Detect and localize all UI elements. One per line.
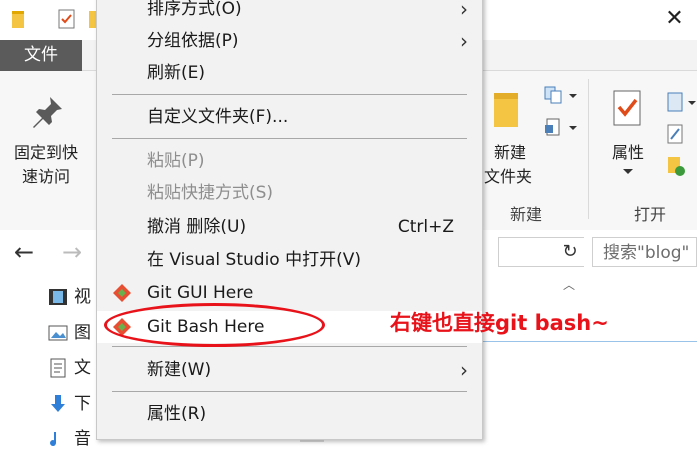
git-icon — [113, 284, 131, 302]
menu-separator — [112, 138, 467, 139]
menu-item-label: 新建(W) — [147, 360, 212, 380]
menu-item-group-by[interactable]: 分组依据(P) › — [97, 25, 482, 57]
tree-item-label: 文 — [74, 358, 91, 378]
menu-item-undo-delete[interactable]: 撤消 删除(U) Ctrl+Z — [97, 211, 482, 243]
menu-item-label: 排序方式(O) — [147, 0, 242, 19]
new-item-icon[interactable] — [543, 85, 579, 107]
open-small-icons[interactable] — [664, 89, 697, 189]
forward-arrow-icon[interactable]: → — [62, 238, 82, 266]
tree-item-downloads[interactable]: 下 — [48, 389, 91, 419]
tree-item-videos[interactable]: 视 — [48, 282, 91, 312]
menu-item-label: 撤消 删除(U) — [147, 217, 247, 237]
menu-item-new[interactable]: 新建(W) › — [97, 354, 482, 386]
picture-icon — [48, 325, 68, 341]
chevron-up-icon[interactable]: ︿ — [563, 276, 575, 293]
menu-item-properties[interactable]: 属性(R) — [97, 398, 482, 430]
menu-item-label: 刷新(E) — [147, 63, 206, 83]
submenu-arrow-icon: › — [460, 29, 468, 53]
download-icon — [51, 395, 65, 412]
tree-item-music[interactable]: 音 — [48, 424, 91, 454]
tree-item-label: 图 — [74, 323, 91, 343]
properties-icon[interactable] — [610, 89, 646, 131]
menu-item-shortcut: Ctrl+Z — [397, 217, 454, 237]
menu-item-label: 自定义文件夹(F)... — [147, 107, 289, 127]
easy-access-icon[interactable] — [543, 117, 579, 139]
properties-label[interactable]: 属性 — [600, 141, 656, 165]
menu-item-label: 粘贴快捷方式(S) — [147, 183, 274, 203]
pin-quick-access-label-2[interactable]: 速访问 — [0, 165, 92, 189]
close-window-button[interactable]: ✕ — [652, 0, 697, 40]
annotation-ellipse — [104, 303, 325, 347]
tree-item-pictures[interactable]: 图 — [48, 318, 91, 348]
context-menu: 排序方式(O) › 分组依据(P) › 刷新(E) 自定义文件夹(F)... 粘… — [96, 0, 483, 440]
ribbon-divider — [588, 79, 589, 219]
tree-item-label: 下 — [74, 394, 91, 414]
menu-item-paste: 粘贴(P) — [97, 145, 482, 177]
pin-icon[interactable] — [30, 95, 64, 131]
menu-item-open-in-visual-studio[interactable]: 在 Visual Studio 中打开(V) — [97, 244, 482, 276]
menu-item-refresh[interactable]: 刷新(E) — [97, 57, 482, 89]
submenu-arrow-icon: › — [460, 0, 468, 21]
menu-item-label: 分组依据(P) — [147, 31, 239, 51]
group-open-label: 打开 — [634, 205, 667, 224]
new-folder-big-icon[interactable] — [492, 89, 522, 131]
tree-item-label: 音 — [74, 429, 91, 449]
tree-item-label: 视 — [74, 287, 91, 307]
music-icon — [50, 432, 57, 447]
tab-file[interactable]: 文件 — [0, 40, 82, 71]
pin-quick-access-label[interactable]: 固定到快 — [0, 141, 92, 165]
group-new-label: 新建 — [510, 205, 543, 224]
properties-check-icon[interactable] — [57, 8, 77, 30]
new-folder-label[interactable]: 新建 — [480, 141, 540, 165]
menu-separator — [112, 391, 467, 392]
document-icon — [50, 358, 66, 378]
column-divider — [481, 341, 697, 342]
tree-item-documents[interactable]: 文 — [48, 353, 91, 383]
menu-item-label: 粘贴(P) — [147, 151, 205, 171]
back-arrow-icon[interactable]: ← — [14, 238, 34, 266]
menu-separator — [112, 346, 467, 347]
annotation-text: 右键也直接git bash~ — [390, 311, 609, 335]
menu-item-paste-shortcut: 粘贴快捷方式(S) — [97, 177, 482, 209]
chevron-down-icon[interactable] — [622, 167, 634, 177]
submenu-arrow-icon: › — [460, 358, 468, 382]
search-input[interactable]: 搜索"blog" — [592, 237, 697, 267]
menu-item-label: 在 Visual Studio 中打开(V) — [147, 250, 362, 270]
menu-item-label: 属性(R) — [147, 404, 207, 424]
folder-icon[interactable] — [10, 8, 30, 30]
menu-item-sort-by[interactable]: 排序方式(O) › — [97, 0, 482, 25]
refresh-icon[interactable]: ↻ — [556, 237, 584, 267]
menu-item-customize-folder[interactable]: 自定义文件夹(F)... — [97, 101, 482, 133]
menu-item-git-gui-here[interactable]: Git GUI Here — [97, 277, 482, 309]
menu-separator — [112, 94, 467, 95]
video-icon — [49, 289, 67, 305]
